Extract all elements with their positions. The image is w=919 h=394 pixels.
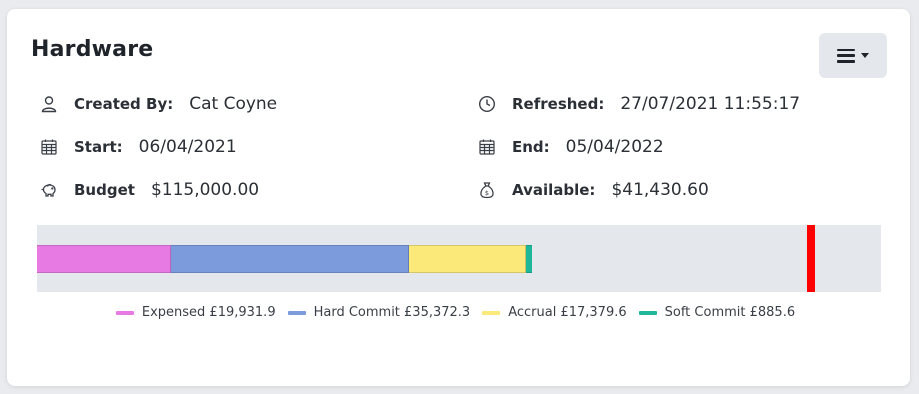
clock-icon	[478, 95, 496, 113]
chevron-down-icon	[861, 53, 869, 58]
start-value: 06/04/2021	[138, 137, 237, 157]
legend-item-accrual[interactable]: Accrual £17,379.6	[482, 305, 627, 320]
bar-segment-soft-commit[interactable]	[526, 245, 533, 273]
budget-card: Hardware Created By: Cat Coyne Refreshed…	[7, 9, 910, 386]
money-bag-icon: $	[478, 181, 496, 199]
card-title: Hardware	[31, 37, 154, 62]
calendar-icon	[478, 138, 496, 156]
bar-segment-accrual[interactable]	[409, 245, 527, 273]
hamburger-icon	[837, 48, 855, 63]
available-label: Available:	[512, 181, 596, 199]
piggy-bank-icon	[40, 181, 58, 199]
legend-swatch	[287, 310, 306, 315]
budget-limit-marker	[807, 225, 816, 292]
chart-legend: Expensed £19,931.9 Hard Commit £35,372.3 A…	[7, 305, 910, 320]
budget-value: $115,000.00	[150, 180, 260, 200]
refreshed-value: 27/07/2021 11:55:17	[620, 94, 801, 114]
budget-row: Budget $115,000.00	[40, 180, 259, 200]
bar-segment-expensed[interactable]	[37, 245, 172, 273]
budget-label: Budget	[74, 181, 135, 199]
refreshed-row: Refreshed: 27/07/2021 11:55:17	[478, 94, 800, 114]
available-row: $ Available: $41,430.60	[478, 180, 709, 200]
legend-item-soft-commit[interactable]: Soft Commit £885.6	[638, 305, 796, 320]
legend-item-hard-commit[interactable]: Hard Commit £35,372.3	[287, 305, 471, 320]
available-value: $41,430.60	[611, 180, 709, 200]
start-row: Start: 06/04/2021	[40, 137, 237, 157]
refreshed-label: Refreshed:	[512, 95, 605, 113]
card-menu-button[interactable]	[819, 33, 887, 78]
created-by-row: Created By: Cat Coyne	[40, 94, 277, 114]
legend-item-expensed[interactable]: Expensed £19,931.9	[115, 305, 276, 320]
legend-label: Soft Commit £885.6	[664, 305, 796, 320]
created-by-value: Cat Coyne	[189, 94, 278, 114]
legend-label: Expensed £19,931.9	[141, 305, 276, 320]
svg-text:$: $	[485, 189, 489, 197]
budget-bar-chart	[37, 225, 881, 292]
legend-swatch	[115, 310, 134, 315]
legend-swatch	[482, 310, 501, 315]
user-icon	[40, 95, 58, 113]
end-label: End:	[512, 138, 550, 156]
calendar-icon	[40, 138, 58, 156]
end-value: 05/04/2022	[565, 137, 664, 157]
created-by-label: Created By:	[74, 95, 174, 113]
legend-swatch	[638, 310, 657, 315]
legend-label: Accrual £17,379.6	[508, 305, 627, 320]
start-label: Start:	[74, 138, 123, 156]
bar-segment-hard-commit[interactable]	[171, 245, 410, 273]
end-row: End: 05/04/2022	[478, 137, 664, 157]
legend-label: Hard Commit £35,372.3	[313, 305, 471, 320]
